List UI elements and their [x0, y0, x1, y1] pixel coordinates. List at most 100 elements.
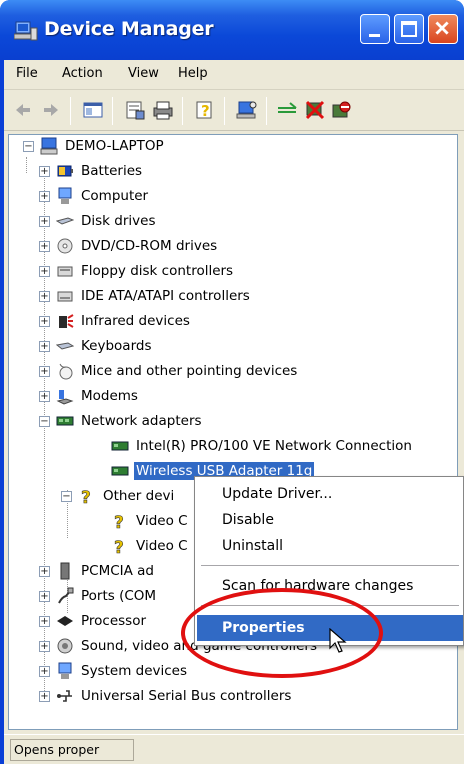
window-client-area: File Action View Help ? − DEMO-LAPTOP + … [4, 60, 464, 764]
menu-update-driver[interactable]: Update Driver... [197, 481, 463, 507]
tree-item-computer[interactable]: + Computer [39, 184, 150, 208]
menu-separator [201, 565, 459, 566]
expand-icon[interactable]: + [39, 315, 50, 327]
floppy-controller-icon [57, 266, 73, 277]
tree-item-ports[interactable]: + Ports (COM [39, 584, 158, 608]
unknown-device-icon: ? [114, 538, 124, 555]
toolbar-separator [112, 97, 113, 125]
toolbar-separator [182, 97, 183, 125]
menu-separator [201, 605, 459, 606]
tree-item-label: Computer [81, 188, 149, 204]
minimize-button[interactable] [360, 14, 390, 44]
svg-text:?: ? [201, 102, 210, 120]
device-manager-window: Device Manager File Action View Help ? −… [0, 0, 464, 764]
menu-disable[interactable]: Disable [197, 507, 463, 533]
tree-item-label: Network adapters [81, 413, 202, 429]
uninstall-icon[interactable] [304, 99, 326, 121]
properties-icon[interactable] [124, 99, 146, 121]
tree-item-network-adapters[interactable]: − Network adapters [39, 409, 204, 433]
system-devices-icon [58, 662, 72, 679]
tree-item-floppy-disk-controllers[interactable]: + Floppy disk controllers [39, 259, 235, 283]
tree-root-node[interactable]: − DEMO-LAPTOP [23, 135, 166, 158]
scan-hardware-icon[interactable] [236, 99, 258, 121]
expand-icon[interactable]: + [39, 565, 50, 577]
expand-icon[interactable]: + [39, 215, 50, 227]
tree-item-label: Batteries [81, 163, 143, 179]
menu-action[interactable]: Action [62, 66, 103, 81]
menu-help[interactable]: Help [178, 66, 208, 81]
computer-icon [40, 137, 58, 155]
tree-item-modems[interactable]: + Modems [39, 384, 140, 408]
network-card-icon [111, 441, 129, 451]
tree-item-label: DVD/CD-ROM drives [81, 238, 218, 254]
tree-item-label: Keyboards [81, 338, 152, 354]
tree-item-label: PCMCIA ad [81, 563, 154, 579]
expand-icon[interactable]: + [39, 165, 50, 177]
show-hide-console-tree-icon[interactable] [82, 99, 104, 121]
tree-item-pcmcia-adapters[interactable]: + PCMCIA ad [39, 559, 156, 583]
tree-item-system-devices[interactable]: + System devices [39, 659, 189, 683]
tree-item-processors[interactable]: + Processor [39, 609, 148, 633]
close-button[interactable] [428, 14, 458, 44]
tree-item-keyboards[interactable]: + Keyboards [39, 334, 154, 358]
expand-icon[interactable]: + [39, 690, 50, 702]
print-icon[interactable] [152, 99, 174, 121]
tree-item-disk-drives[interactable]: + Disk drives [39, 209, 158, 233]
expand-icon[interactable]: + [39, 665, 50, 677]
tree-connector [26, 157, 27, 173]
menu-scan-hardware[interactable]: Scan for hardware changes [197, 573, 463, 599]
infrared-icon [59, 314, 74, 328]
toolbar-separator [224, 97, 225, 125]
tree-item-mice[interactable]: + Mice and other pointing devices [39, 359, 299, 383]
collapse-icon[interactable]: − [23, 140, 34, 152]
disable-icon[interactable] [330, 99, 352, 121]
tree-item-label: Intel(R) PRO/100 VE Network Connection [136, 438, 412, 454]
processor-icon [57, 616, 73, 626]
expand-icon[interactable]: + [39, 615, 50, 627]
status-bar: Opens proper [4, 734, 464, 764]
collapse-icon[interactable]: − [39, 415, 50, 427]
tree-item-dvd-cdrom-drives[interactable]: + DVD/CD-ROM drives [39, 234, 219, 258]
expand-icon[interactable]: + [39, 340, 50, 352]
toolbar: ? [4, 91, 464, 131]
expand-icon[interactable]: + [39, 390, 50, 402]
menu-file[interactable]: File [16, 66, 38, 81]
sound-icon [57, 638, 73, 654]
update-driver-icon[interactable] [276, 99, 298, 121]
expand-icon[interactable]: + [39, 640, 50, 652]
tree-root-label: DEMO-LAPTOP [65, 138, 164, 154]
expand-icon[interactable]: + [39, 240, 50, 252]
tree-item-video-controller-1[interactable]: ? Video C [111, 509, 190, 533]
menu-bar: File Action View Help [4, 60, 464, 90]
tree-item-video-controller-2[interactable]: ? Video C [111, 534, 190, 558]
modem-icon [56, 390, 74, 405]
menu-view[interactable]: View [128, 66, 159, 81]
tree-item-infrared-devices[interactable]: + Infrared devices [39, 309, 192, 333]
minimize-icon [369, 34, 380, 37]
window-title: Device Manager [44, 18, 214, 40]
expand-icon[interactable]: + [39, 190, 50, 202]
help-icon[interactable]: ? [194, 99, 216, 121]
svg-text:?: ? [114, 513, 124, 530]
tree-item-other-devices[interactable]: − ? Other devi [61, 484, 176, 508]
maximize-button[interactable] [394, 14, 424, 44]
back-icon[interactable] [12, 99, 34, 121]
tree-item-ide-controllers[interactable]: + IDE ATA/ATAPI controllers [39, 284, 252, 308]
unknown-device-icon: ? [114, 513, 124, 530]
close-icon [435, 21, 449, 35]
title-bar[interactable]: Device Manager [0, 0, 464, 60]
device-manager-icon [14, 21, 38, 41]
tree-item-label: Video C [136, 513, 188, 529]
collapse-icon[interactable]: − [61, 490, 72, 502]
tree-item-usb-controllers[interactable]: + Universal Serial Bus controllers [39, 684, 293, 708]
menu-uninstall[interactable]: Uninstall [197, 533, 463, 559]
unknown-device-icon: ? [81, 488, 91, 505]
tree-item-label: System devices [81, 663, 188, 679]
expand-icon[interactable]: + [39, 590, 50, 602]
expand-icon[interactable]: + [39, 365, 50, 377]
tree-item-intel-network-connection[interactable]: Intel(R) PRO/100 VE Network Connection [111, 434, 414, 458]
forward-icon[interactable] [40, 99, 62, 121]
expand-icon[interactable]: + [39, 265, 50, 277]
tree-item-batteries[interactable]: + Batteries [39, 159, 144, 183]
expand-icon[interactable]: + [39, 290, 50, 302]
